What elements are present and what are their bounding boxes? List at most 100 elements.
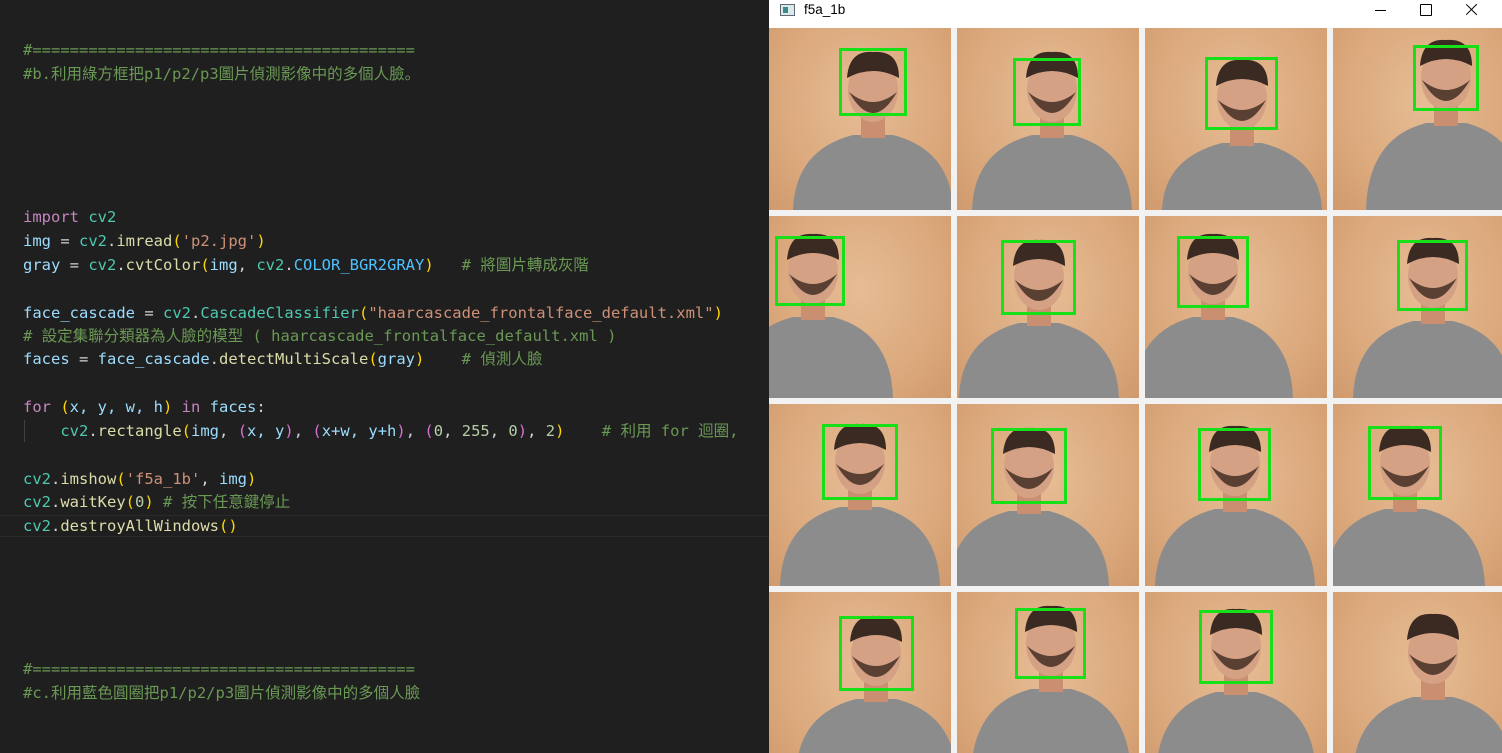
token-op: ,: [237, 256, 257, 274]
token-paren: (: [358, 304, 369, 322]
window-title: f5a_1b: [804, 2, 846, 17]
token-paren: (: [237, 422, 248, 440]
code-line-for[interactable]: for (x, y, w, h) in faces:: [23, 396, 266, 419]
shirt-shape: [973, 689, 1129, 753]
token-var: face_cascade: [23, 304, 135, 322]
token-number: 0: [135, 493, 145, 511]
close-button[interactable]: [1449, 0, 1495, 22]
code-comment-task-c[interactable]: #c.利用藍色圓圈把p1/p2/p3圖片偵測影像中的多個人臉: [23, 682, 420, 705]
token-class: CascadeClassifier: [200, 304, 359, 322]
token-paren: ): [396, 422, 406, 440]
token-paren: ): [517, 422, 528, 440]
photo-tile: [769, 404, 951, 586]
shirt-shape: [1162, 143, 1322, 210]
image-window[interactable]: f5a_1b: [769, 0, 1502, 753]
face-detection-box: [1199, 610, 1273, 684]
token-string: "haarcascade_frontalface_default.xml": [368, 304, 714, 322]
token-var: x+w, y+h: [321, 422, 397, 440]
code-comment-separator-2[interactable]: #=======================================…: [23, 658, 415, 681]
photo-tile: [957, 592, 1139, 753]
token-var: gray: [23, 256, 61, 274]
token-paren: ): [424, 256, 434, 274]
token-module: cv2: [88, 256, 117, 274]
face-detection-box: [1368, 426, 1442, 500]
token-paren: ): [163, 398, 173, 416]
face-detection-box: [1413, 45, 1479, 111]
token-paren: ): [228, 517, 238, 535]
shirt-shape: [1366, 123, 1502, 210]
token-paren: ): [414, 350, 425, 368]
maximize-button[interactable]: [1403, 0, 1449, 22]
code-line-import[interactable]: import cv2: [23, 206, 116, 229]
token-paren: (: [368, 350, 378, 368]
token-var: img: [219, 470, 248, 488]
token-module: cv2: [60, 422, 89, 440]
code-line-imread[interactable]: img = cv2.imread('p2.jpg'): [23, 230, 266, 253]
photo-tile: [1333, 592, 1502, 753]
shirt-shape: [959, 323, 1119, 398]
token-op: =: [134, 304, 163, 322]
token-paren: (: [200, 256, 210, 274]
face-detection-image: [769, 28, 1502, 753]
photo-tile: [1145, 404, 1327, 586]
token-paren: (: [116, 470, 126, 488]
token-paren: ): [256, 232, 266, 250]
token-op: =: [69, 350, 98, 368]
token-function: detectMultiScale: [219, 350, 369, 368]
token-paren: ): [247, 470, 257, 488]
token-function: imread: [116, 232, 173, 250]
token-var: x, y, w, h: [69, 398, 163, 416]
token-paren: (: [181, 422, 192, 440]
token-var: img: [23, 232, 51, 250]
shirt-shape: [1155, 509, 1315, 586]
person-figure: [1355, 613, 1502, 753]
token-op: .: [209, 350, 219, 368]
token-op: ,: [489, 422, 509, 440]
token-module: cv2: [256, 256, 285, 274]
token-op: .: [51, 493, 61, 511]
app-window-icon: [780, 4, 795, 16]
code-line-destroy[interactable]: cv2.destroyAllWindows(): [23, 515, 238, 538]
minimize-button[interactable]: [1357, 0, 1403, 22]
face-detection-box: [1177, 236, 1249, 308]
token-op: .: [107, 232, 117, 250]
token-op: ,: [293, 422, 313, 440]
token-function: rectangle: [97, 422, 182, 440]
face-detection-box: [822, 424, 898, 500]
photo-tile: [1333, 404, 1502, 586]
token-module: cv2: [23, 517, 51, 535]
code-editor[interactable]: #=======================================…: [0, 0, 769, 753]
code-line-cvtcolor[interactable]: gray = cv2.cvtColor(img, cv2.COLOR_BGR2G…: [23, 254, 589, 277]
code-line-waitkey[interactable]: cv2.waitKey(0) # 按下任意鍵停止: [23, 491, 290, 514]
token-function: waitKey: [60, 493, 126, 511]
token-function: cvtColor: [125, 256, 201, 274]
code-line-cascade[interactable]: face_cascade = cv2.CascadeClassifier("ha…: [23, 302, 723, 325]
token-comment: # 利用 for 迴圈,: [564, 422, 739, 440]
token-string: 'f5a_1b': [125, 470, 201, 488]
shirt-shape: [798, 699, 951, 753]
window-titlebar[interactable]: f5a_1b: [769, 0, 1502, 26]
token-module: cv2: [23, 470, 51, 488]
photo-tile: [1333, 28, 1502, 210]
face-detection-box: [1015, 608, 1086, 679]
token-op: ,: [527, 422, 546, 440]
code-comment-separator[interactable]: #=======================================…: [23, 39, 415, 62]
code-line-rectangle[interactable]: cv2.rectangle(img, (x, y), (x+w, y+h), (…: [23, 420, 738, 443]
code-line-imshow[interactable]: cv2.imshow('f5a_1b', img): [23, 468, 256, 491]
code-comment-task-b[interactable]: #b.利用綠方框把p1/p2/p3圖片偵測影像中的多個人臉。: [23, 63, 420, 86]
shirt-shape: [1333, 509, 1485, 586]
token-function: destroyAllWindows: [60, 517, 219, 535]
token-paren: ): [713, 304, 723, 322]
token-comment: # 按下任意鍵停止: [153, 493, 291, 511]
token-paren: (: [312, 422, 322, 440]
token-var: faces: [23, 350, 70, 368]
token-number: 2: [545, 422, 556, 440]
token-keyword: for: [23, 398, 51, 416]
face-detection-box: [1198, 428, 1271, 501]
token-comment: # 偵測人臉: [424, 350, 543, 368]
code-line-detect[interactable]: faces = face_cascade.detectMultiScale(gr…: [23, 348, 542, 371]
code-line-comment-model[interactable]: # 設定集聯分類器為人臉的模型 ( haarcascade_frontalfac…: [23, 325, 616, 348]
token-comment: # 將圖片轉成灰階: [433, 256, 589, 274]
shirt-shape: [957, 511, 1109, 586]
